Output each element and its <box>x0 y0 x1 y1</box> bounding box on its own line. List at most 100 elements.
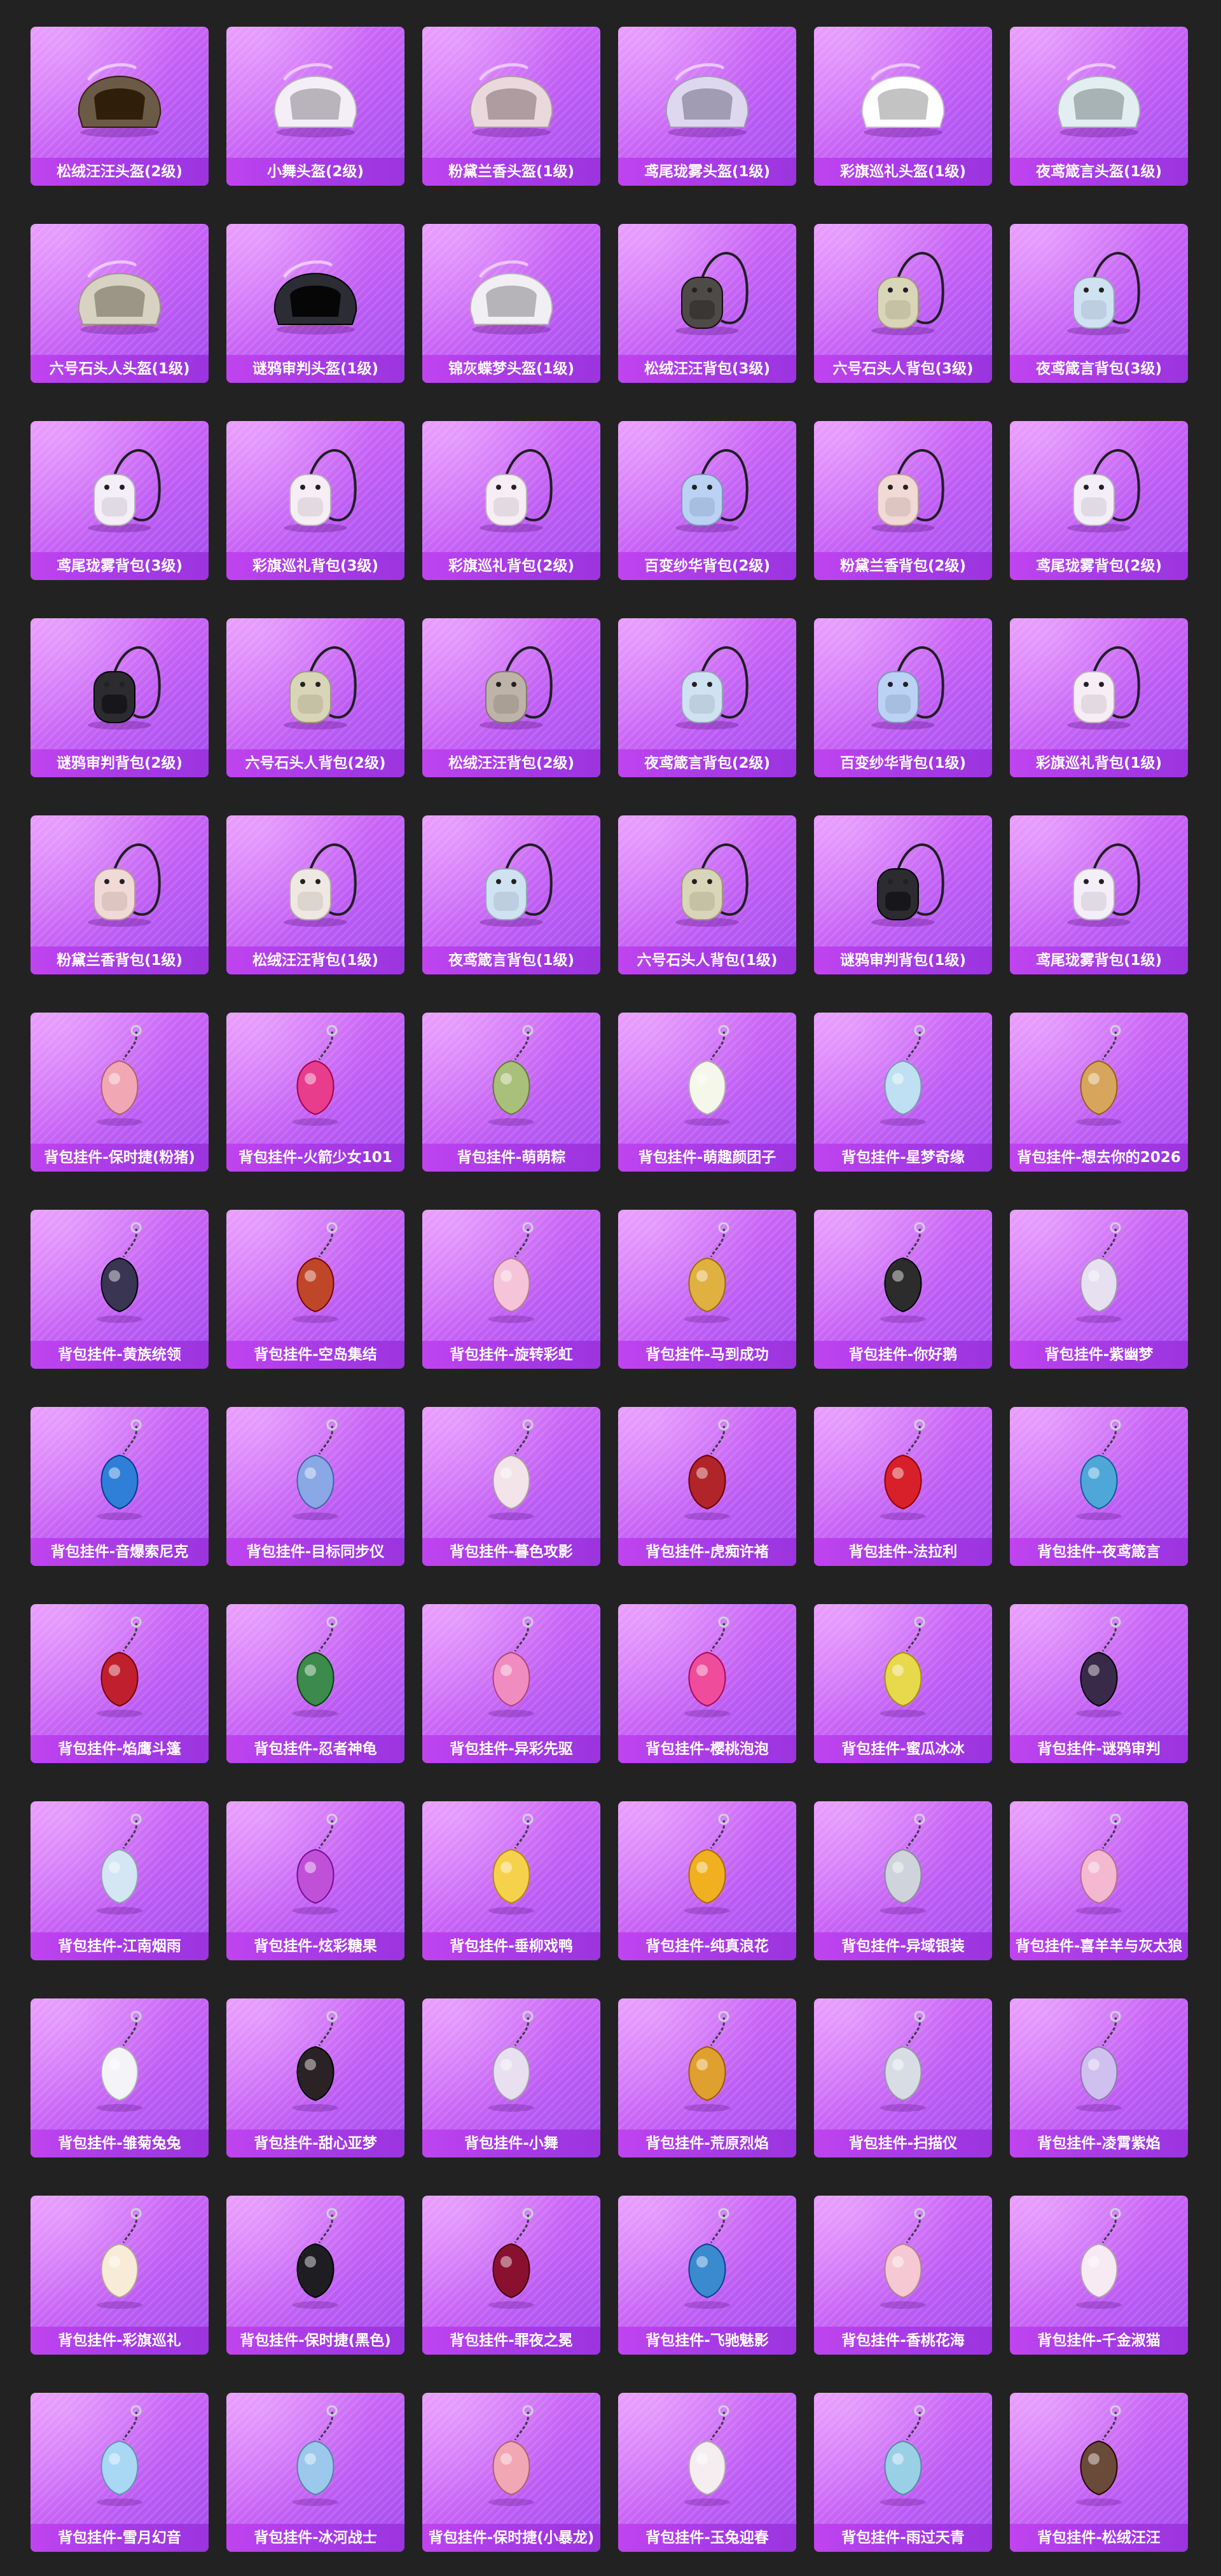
item-card[interactable]: 锦灰蝶梦头盔(1级) <box>422 224 600 383</box>
item-card[interactable]: 六号石头人背包(2级) <box>226 618 404 777</box>
item-card[interactable]: 背包挂件-马到成功 <box>618 1210 796 1369</box>
item-card[interactable]: 背包挂件-保时捷(黑色) <box>226 2196 404 2355</box>
charm-icon <box>618 1604 796 1735</box>
item-card[interactable]: 松绒汪汪背包(1级) <box>226 815 404 974</box>
item-label: 夜鸢箴言背包(3级) <box>1010 355 1188 383</box>
item-card[interactable]: 谜鸦审判头盔(1级) <box>226 224 404 383</box>
item-card[interactable]: 彩旗巡礼背包(1级) <box>1010 618 1188 777</box>
item-card[interactable]: 六号石头人背包(1级) <box>618 815 796 974</box>
item-label: 百变纱华背包(2级) <box>618 552 796 580</box>
item-card[interactable]: 背包挂件-雨过天青 <box>814 2393 992 2552</box>
charm-icon <box>814 1013 992 1144</box>
item-card[interactable]: 百变纱华背包(1级) <box>814 618 992 777</box>
item-card[interactable]: 鸢尾珑雾头盔(1级) <box>618 27 796 186</box>
charm-icon <box>814 1407 992 1538</box>
item-card[interactable]: 背包挂件-音爆索尼克 <box>31 1407 209 1566</box>
item-card[interactable]: 背包挂件-黄族统领 <box>31 1210 209 1369</box>
item-card[interactable]: 鸢尾珑雾背包(3级) <box>31 421 209 580</box>
item-card[interactable]: 背包挂件-火箭少女101 <box>226 1013 404 1172</box>
item-card[interactable]: 背包挂件-蜜瓜冰冰 <box>814 1604 992 1763</box>
item-card[interactable]: 背包挂件-雏菊兔兔 <box>31 1998 209 2157</box>
item-card[interactable]: 夜鸢箴言背包(1级) <box>422 815 600 974</box>
item-card[interactable]: 背包挂件-樱桃泡泡 <box>618 1604 796 1763</box>
item-card[interactable]: 背包挂件-暮色攻影 <box>422 1407 600 1566</box>
item-card[interactable]: 粉黛兰香背包(2级) <box>814 421 992 580</box>
item-card[interactable]: 粉黛兰香背包(1级) <box>31 815 209 974</box>
item-card[interactable]: 背包挂件-彩旗巡礼 <box>31 2196 209 2355</box>
item-card[interactable]: 背包挂件-星梦奇缘 <box>814 1013 992 1172</box>
item-card[interactable]: 背包挂件-炫彩糖果 <box>226 1801 404 1960</box>
item-card[interactable]: 背包挂件-荒原烈焰 <box>618 1998 796 2157</box>
backpack-icon <box>1010 618 1188 749</box>
item-card[interactable]: 背包挂件-保时捷(小暴龙) <box>422 2393 600 2552</box>
item-card[interactable]: 背包挂件-空岛集结 <box>226 1210 404 1369</box>
item-card[interactable]: 背包挂件-小舞 <box>422 1998 600 2157</box>
item-card[interactable]: 鸢尾珑雾背包(1级) <box>1010 815 1188 974</box>
backpack-icon <box>618 421 796 552</box>
item-card[interactable]: 背包挂件-异域银装 <box>814 1801 992 1960</box>
item-card[interactable]: 背包挂件-目标同步仪 <box>226 1407 404 1566</box>
item-label: 背包挂件-谜鸦审判 <box>1010 1735 1188 1763</box>
item-card[interactable]: 背包挂件-千金淑猫 <box>1010 2196 1188 2355</box>
item-card[interactable]: 背包挂件-纯真浪花 <box>618 1801 796 1960</box>
item-card[interactable]: 背包挂件-雪月幻音 <box>31 2393 209 2552</box>
charm-icon <box>31 2196 209 2327</box>
charm-icon <box>226 2393 404 2524</box>
item-card[interactable]: 背包挂件-冰河战士 <box>226 2393 404 2552</box>
item-card[interactable]: 六号石头人背包(3级) <box>814 224 992 383</box>
charm-icon <box>1010 1210 1188 1341</box>
item-card[interactable]: 背包挂件-飞驰魅影 <box>618 2196 796 2355</box>
item-card[interactable]: 背包挂件-忍者神龟 <box>226 1604 404 1763</box>
item-card[interactable]: 彩旗巡礼头盔(1级) <box>814 27 992 186</box>
item-card[interactable]: 背包挂件-想去你的2026 <box>1010 1013 1188 1172</box>
backpack-icon <box>422 815 600 946</box>
item-label: 夜鸢箴言背包(1级) <box>422 946 600 974</box>
item-card[interactable]: 背包挂件-江南烟雨 <box>31 1801 209 1960</box>
item-card[interactable]: 松绒汪汪背包(3级) <box>618 224 796 383</box>
item-card[interactable]: 背包挂件-萌趣颜团子 <box>618 1013 796 1172</box>
item-card[interactable]: 背包挂件-玉兔迎春 <box>618 2393 796 2552</box>
item-card[interactable]: 背包挂件-罪夜之冕 <box>422 2196 600 2355</box>
item-card[interactable]: 粉黛兰香头盔(1级) <box>422 27 600 186</box>
item-card[interactable]: 背包挂件-旋转彩虹 <box>422 1210 600 1369</box>
item-card[interactable]: 六号石头人头盔(1级) <box>31 224 209 383</box>
item-card[interactable]: 背包挂件-谜鸦审判 <box>1010 1604 1188 1763</box>
charm-icon <box>226 2196 404 2327</box>
item-card[interactable]: 松绒汪汪背包(2级) <box>422 618 600 777</box>
item-card[interactable]: 松绒汪汪头盔(2级) <box>31 27 209 186</box>
charm-icon <box>422 1604 600 1735</box>
item-card[interactable]: 彩旗巡礼背包(2级) <box>422 421 600 580</box>
item-label: 背包挂件-忍者神龟 <box>226 1735 404 1763</box>
item-card[interactable]: 背包挂件-夜鸢箴言 <box>1010 1407 1188 1566</box>
item-label: 夜鸢箴言背包(2级) <box>618 749 796 777</box>
backpack-icon <box>31 618 209 749</box>
item-label: 背包挂件-暮色攻影 <box>422 1538 600 1566</box>
item-card[interactable]: 背包挂件-垂柳戏鸭 <box>422 1801 600 1960</box>
item-card[interactable]: 背包挂件-你好鹅 <box>814 1210 992 1369</box>
item-card[interactable]: 夜鸢箴言背包(2级) <box>618 618 796 777</box>
item-card[interactable]: 鸢尾珑雾背包(2级) <box>1010 421 1188 580</box>
item-card[interactable]: 背包挂件-虎痴许褚 <box>618 1407 796 1566</box>
item-card[interactable]: 背包挂件-异彩先驱 <box>422 1604 600 1763</box>
item-card[interactable]: 背包挂件-喜羊羊与灰太狼 <box>1010 1801 1188 1960</box>
item-label: 背包挂件-黄族统领 <box>31 1341 209 1369</box>
item-card[interactable]: 夜鸢箴言背包(3级) <box>1010 224 1188 383</box>
item-card[interactable]: 背包挂件-扫描仪 <box>814 1998 992 2157</box>
item-card[interactable]: 谜鸦审判背包(2级) <box>31 618 209 777</box>
charm-icon <box>1010 1407 1188 1538</box>
item-card[interactable]: 背包挂件-香桃花海 <box>814 2196 992 2355</box>
item-card[interactable]: 背包挂件-甜心亚梦 <box>226 1998 404 2157</box>
item-card[interactable]: 彩旗巡礼背包(3级) <box>226 421 404 580</box>
item-card[interactable]: 背包挂件-紫幽梦 <box>1010 1210 1188 1369</box>
item-card[interactable]: 背包挂件-焰鹰斗篷 <box>31 1604 209 1763</box>
item-card[interactable]: 背包挂件-凌霄紫焰 <box>1010 1998 1188 2157</box>
item-card[interactable]: 背包挂件-萌萌粽 <box>422 1013 600 1172</box>
item-card[interactable]: 背包挂件-松绒汪汪 <box>1010 2393 1188 2552</box>
item-card[interactable]: 谜鸦审判背包(1级) <box>814 815 992 974</box>
item-card[interactable]: 背包挂件-保时捷(粉猪) <box>31 1013 209 1172</box>
item-card[interactable]: 百变纱华背包(2级) <box>618 421 796 580</box>
charm-icon <box>31 1210 209 1341</box>
item-card[interactable]: 小舞头盔(2级) <box>226 27 404 186</box>
item-card[interactable]: 背包挂件-法拉利 <box>814 1407 992 1566</box>
item-card[interactable]: 夜鸢箴言头盔(1级) <box>1010 27 1188 186</box>
